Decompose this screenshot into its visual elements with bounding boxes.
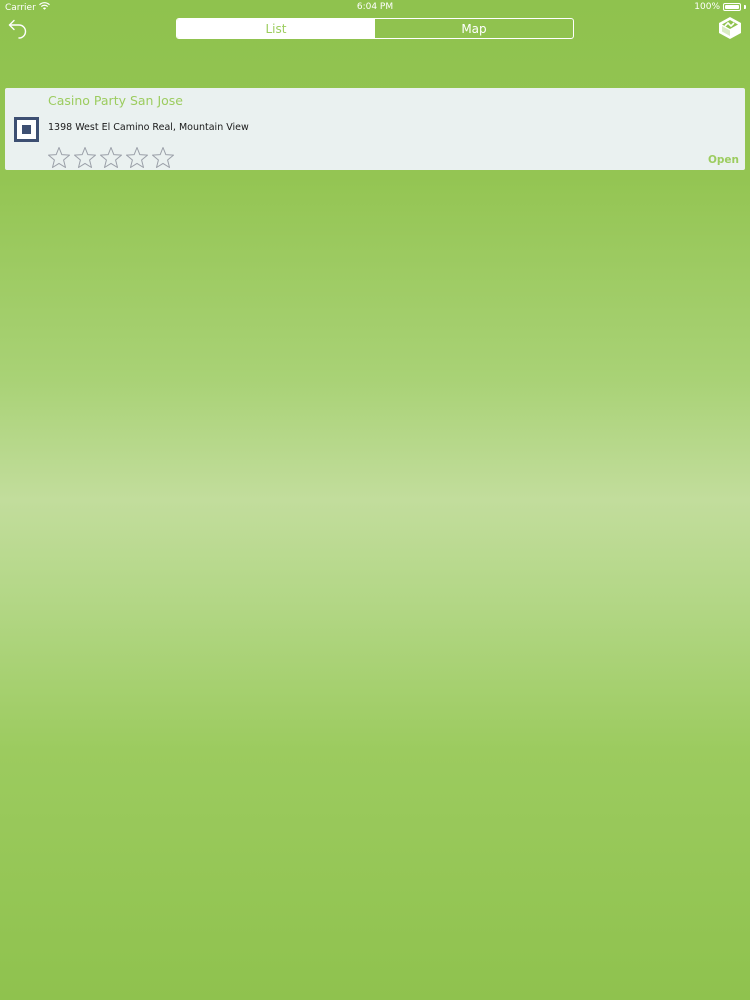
tab-list[interactable]: List [177, 19, 375, 38]
tab-map[interactable]: Map [375, 19, 573, 38]
back-arrow-icon [8, 19, 27, 39]
tab-map-label: Map [461, 21, 487, 36]
star-icon [126, 147, 148, 168]
star-icon [152, 147, 174, 168]
app-logo-icon [719, 17, 741, 39]
clock: 6:04 PM [356, 2, 394, 12]
star-icon [48, 147, 70, 168]
back-button[interactable] [6, 17, 30, 39]
star-icon [100, 147, 122, 168]
listing-title: Casino Party San Jose [48, 93, 183, 108]
venue-icon-core [22, 125, 31, 134]
venue-icon-ring [17, 120, 36, 139]
status-bar: Carrier 6:04 PM 100% [0, 0, 750, 16]
battery-tip [744, 5, 746, 9]
list-item[interactable]: Casino Party San Jose 1398 West El Camin… [5, 88, 745, 170]
logo-button[interactable] [718, 16, 742, 40]
listing-address: 1398 West El Camino Real, Mountain View [48, 122, 249, 133]
listing-status: Open [707, 154, 739, 166]
status-right: 100% [694, 2, 746, 12]
tab-list-label: List [265, 21, 287, 36]
star-rating [47, 146, 175, 169]
battery-icon [723, 3, 741, 11]
view-segmented-control: List Map [176, 18, 574, 39]
battery-percent: 100% [694, 2, 720, 12]
star-icon [74, 147, 96, 168]
battery-fill [725, 5, 739, 9]
venue-square-icon [14, 117, 39, 142]
